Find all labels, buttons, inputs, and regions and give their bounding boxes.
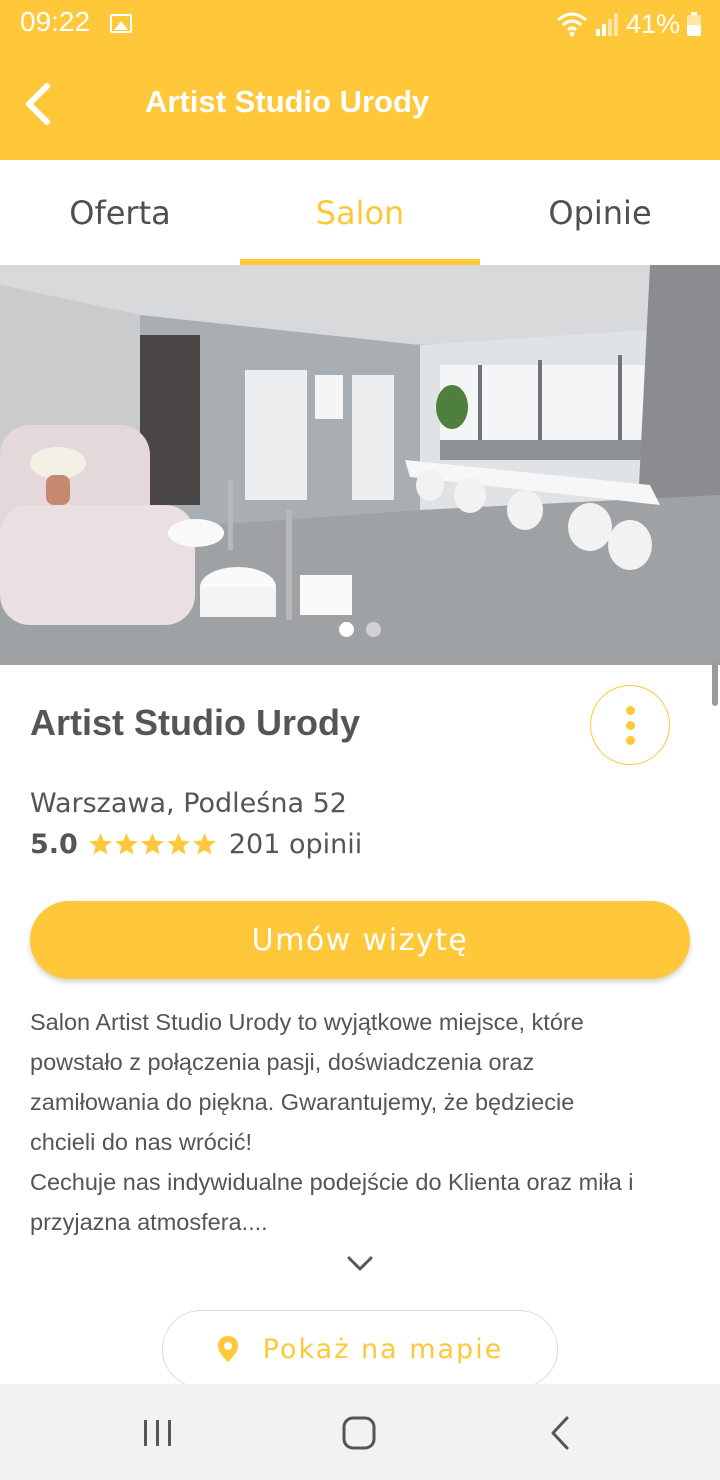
status-time: 09:22 [20, 6, 91, 37]
more-vertical-icon [625, 705, 635, 715]
back-button[interactable] [10, 76, 66, 132]
status-bar: 09:22 41% [0, 0, 720, 48]
salon-address: Warszawa, Podleśna 52 [30, 788, 347, 819]
salon-interior-image [0, 265, 720, 665]
rating-row[interactable]: 5.0 201 opinii [30, 826, 362, 862]
show-on-map-button[interactable]: Pokaż na mapie [162, 1310, 558, 1388]
app-bar: Artist Studio Urody [0, 48, 720, 160]
wifi-icon [556, 12, 587, 37]
rating-stars [88, 832, 217, 857]
salon-name: Artist Studio Urody [30, 702, 360, 743]
book-appointment-button[interactable]: Umów wizytę [30, 901, 690, 979]
image-icon [110, 14, 132, 33]
description-line: powstało z połączenia pasji, doświadczen… [30, 1049, 535, 1075]
chevron-left-icon [26, 83, 50, 125]
salon-photo[interactable] [0, 265, 720, 665]
star-icon [193, 832, 216, 854]
tab-oferta[interactable]: Oferta [0, 160, 240, 265]
home-button[interactable] [329, 1408, 389, 1458]
description-line: przyjazna atmosfera.... [30, 1209, 268, 1235]
gallery-dot-2[interactable] [366, 622, 381, 637]
back-icon [551, 1416, 569, 1450]
battery-icon [687, 12, 701, 36]
description-line: zamiłowania do piękna. Gwarantujemy, że … [30, 1089, 575, 1115]
description-line: Cechuje nas indywidualne podejście do Kl… [30, 1169, 634, 1195]
recent-apps-icon [144, 1420, 171, 1446]
tab-opinie[interactable]: Opinie [480, 160, 720, 265]
rating-value: 5.0 [30, 828, 78, 860]
recent-apps-button[interactable] [128, 1408, 188, 1458]
gallery-dot-1[interactable] [339, 622, 354, 637]
description-line: Salon Artist Studio Urody to wyjątkowe m… [30, 1009, 584, 1035]
system-navigation-bar [0, 1384, 720, 1480]
more-options-button[interactable] [590, 685, 670, 765]
star-icon [141, 832, 164, 854]
description-line: chcieli do nas wrócić! [30, 1129, 253, 1155]
show-on-map-label: Pokaż na mapie [262, 1333, 504, 1365]
status-icons: 41% [556, 6, 702, 42]
gallery-pagination [0, 622, 720, 637]
tab-salon[interactable]: Salon [240, 160, 480, 265]
chevron-down-icon [347, 1256, 373, 1271]
system-back-button[interactable] [530, 1408, 590, 1458]
review-count[interactable]: 201 opinii [229, 829, 362, 860]
expand-description-button[interactable] [340, 1248, 380, 1280]
app-title: Artist Studio Urody [145, 84, 430, 119]
scrollbar[interactable] [712, 662, 718, 706]
salon-description: Salon Artist Studio Urody to wyjątkowe m… [30, 1002, 700, 1242]
tab-bar: Oferta Salon Opinie [0, 160, 720, 265]
battery-percentage: 41% [625, 8, 680, 39]
map-pin-icon [217, 1336, 238, 1362]
star-icon [115, 832, 138, 854]
star-icon [89, 832, 112, 854]
signal-icon [595, 13, 618, 36]
home-icon [342, 1416, 376, 1450]
star-icon [167, 832, 190, 854]
